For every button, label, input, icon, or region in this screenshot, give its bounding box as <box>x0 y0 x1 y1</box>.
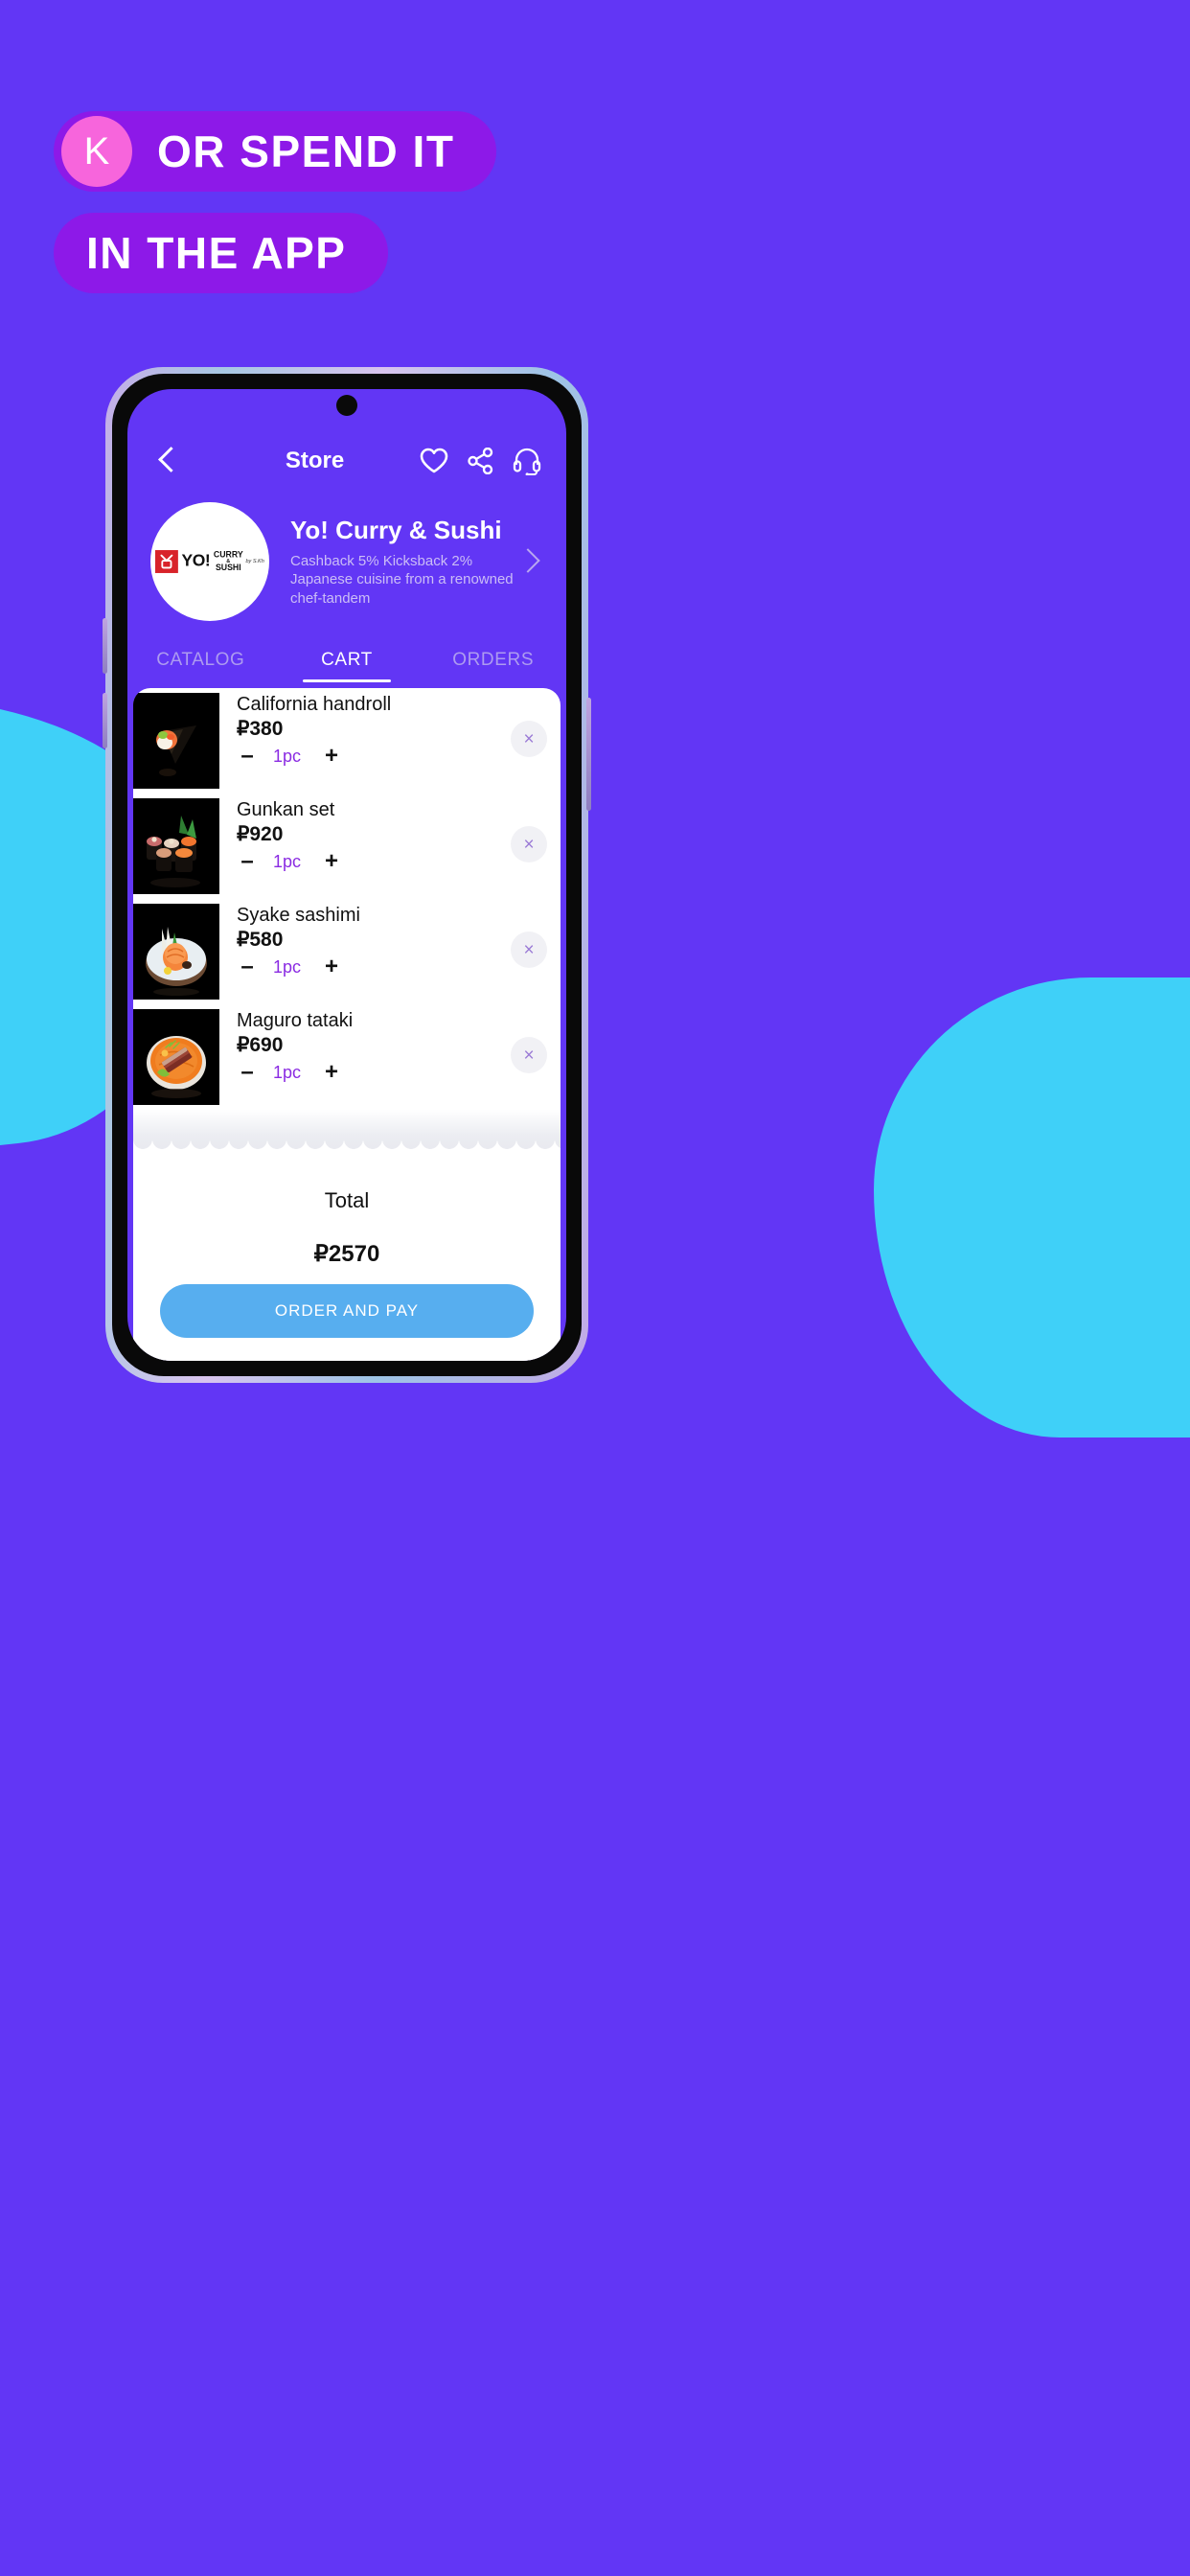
store-logo-word2: SUSHI <box>216 563 241 573</box>
remove-item-button[interactable]: × <box>511 721 547 757</box>
quantity-stepper: – 1pc + <box>237 850 511 873</box>
cyan-blob-right <box>874 978 1190 1438</box>
tab-bar: CATALOG CART ORDERS <box>127 631 566 688</box>
phone-screen: Store YO! CURRY & SUSHI by S.Kh Yo! Curr… <box>127 389 566 1361</box>
store-logo: YO! CURRY & SUSHI by S.Kh <box>150 502 269 621</box>
total-value: ₽2570 <box>313 1241 380 1267</box>
tab-catalog[interactable]: CATALOG <box>127 636 274 688</box>
decrease-quantity-button[interactable]: – <box>237 1061 258 1084</box>
decrease-quantity-button[interactable]: – <box>237 850 258 873</box>
headline-line-1: OR SPEND IT <box>157 126 455 176</box>
quantity-stepper: – 1pc + <box>237 1061 511 1084</box>
item-price: ₽580 <box>237 929 284 951</box>
increase-quantity-button[interactable]: + <box>321 745 342 768</box>
share-icon[interactable] <box>468 448 493 474</box>
quantity-stepper: – 1pc + <box>237 745 511 768</box>
increase-quantity-button[interactable]: + <box>321 1061 342 1084</box>
increase-quantity-button[interactable]: + <box>321 850 342 873</box>
back-arrow-icon[interactable] <box>152 445 185 477</box>
phone-frame: Store YO! CURRY & SUSHI by S.Kh Yo! Curr… <box>105 367 588 1383</box>
page-title: Store <box>285 448 345 473</box>
quantity-value: 1pc <box>273 746 302 766</box>
cart-item-row: Maguro tataki ₽690 – 1pc + × <box>133 1004 561 1110</box>
phone-mockup: Store YO! CURRY & SUSHI by S.Kh Yo! Curr… <box>103 367 591 1383</box>
headline-line-2: IN THE APP <box>86 228 347 278</box>
store-logo-words: CURRY & SUSHI <box>214 549 243 573</box>
quantity-stepper: – 1pc + <box>237 955 511 978</box>
store-logo-brand: YO! <box>181 551 211 571</box>
store-cashback: Cashback 5% Kicksback 2% <box>290 553 473 570</box>
receipt-tear-divider <box>133 1110 561 1157</box>
remove-item-button[interactable]: × <box>511 1037 547 1073</box>
order-summary: Total ₽2570 ORDER AND PAY <box>133 1156 561 1361</box>
remove-item-button[interactable]: × <box>511 932 547 968</box>
item-name: Syake sashimi <box>237 905 360 926</box>
store-name: Yo! Curry & Sushi <box>290 516 502 545</box>
front-camera-icon <box>336 395 357 416</box>
phone-bezel: Store YO! CURRY & SUSHI by S.Kh Yo! Curr… <box>112 374 582 1376</box>
item-price: ₽920 <box>237 823 284 845</box>
volume-down-button[interactable] <box>103 693 107 748</box>
store-card[interactable]: YO! CURRY & SUSHI by S.Kh Yo! Curry & Su… <box>127 489 566 631</box>
decrease-quantity-button[interactable]: – <box>237 745 258 768</box>
cart-item-row: Gunkan set ₽920 – 1pc + × <box>133 794 561 899</box>
tab-cart[interactable]: CART <box>274 636 421 688</box>
store-info: Yo! Curry & Sushi Cashback 5% Kicksback … <box>269 516 520 608</box>
quantity-value: 1pc <box>273 1062 302 1082</box>
cart-item-row: California handroll ₽380 – 1pc + × <box>133 688 561 794</box>
decrease-quantity-button[interactable]: – <box>237 955 258 978</box>
remove-item-button[interactable]: × <box>511 826 547 862</box>
headline-pill-1: K OR SPEND IT <box>54 111 497 192</box>
headset-icon[interactable] <box>513 447 541 475</box>
volume-up-button[interactable] <box>103 618 107 674</box>
item-thumbnail <box>133 1009 219 1105</box>
item-name: Gunkan set <box>237 799 335 820</box>
total-label: Total <box>324 1188 370 1212</box>
cart-item-row: Syake sashimi ₽580 – 1pc + × <box>133 899 561 1004</box>
item-price: ₽380 <box>237 718 284 740</box>
store-logo-signature: by S.Kh <box>245 559 264 564</box>
kickback-logo-icon: K <box>61 116 132 187</box>
store-description: Japanese cuisine from a renowned chef-ta… <box>290 571 514 607</box>
cart-item-list: California handroll ₽380 – 1pc + × Gunka… <box>133 688 561 1110</box>
item-price: ₽690 <box>237 1034 284 1056</box>
item-thumbnail <box>133 904 219 1000</box>
item-thumbnail <box>133 693 219 789</box>
order-and-pay-button[interactable]: ORDER AND PAY <box>160 1284 534 1338</box>
item-thumbnail <box>133 798 219 894</box>
header-actions <box>420 447 541 475</box>
cart-sheet: California handroll ₽380 – 1pc + × Gunka… <box>133 688 561 1361</box>
quantity-value: 1pc <box>273 956 302 977</box>
heart-icon[interactable] <box>420 448 448 474</box>
quantity-value: 1pc <box>273 851 302 871</box>
item-name: California handroll <box>237 694 392 715</box>
tab-orders[interactable]: ORDERS <box>420 636 566 688</box>
headline: K OR SPEND IT IN THE APP <box>54 111 497 314</box>
store-logo-word1: CURRY <box>214 549 243 560</box>
item-name: Maguro tataki <box>237 1010 354 1031</box>
power-button[interactable] <box>586 698 591 811</box>
yo-brand-mark-icon <box>155 550 178 573</box>
increase-quantity-button[interactable]: + <box>321 955 342 978</box>
headline-pill-2: IN THE APP <box>54 213 389 293</box>
store-chevron-right-icon[interactable] <box>520 545 545 578</box>
